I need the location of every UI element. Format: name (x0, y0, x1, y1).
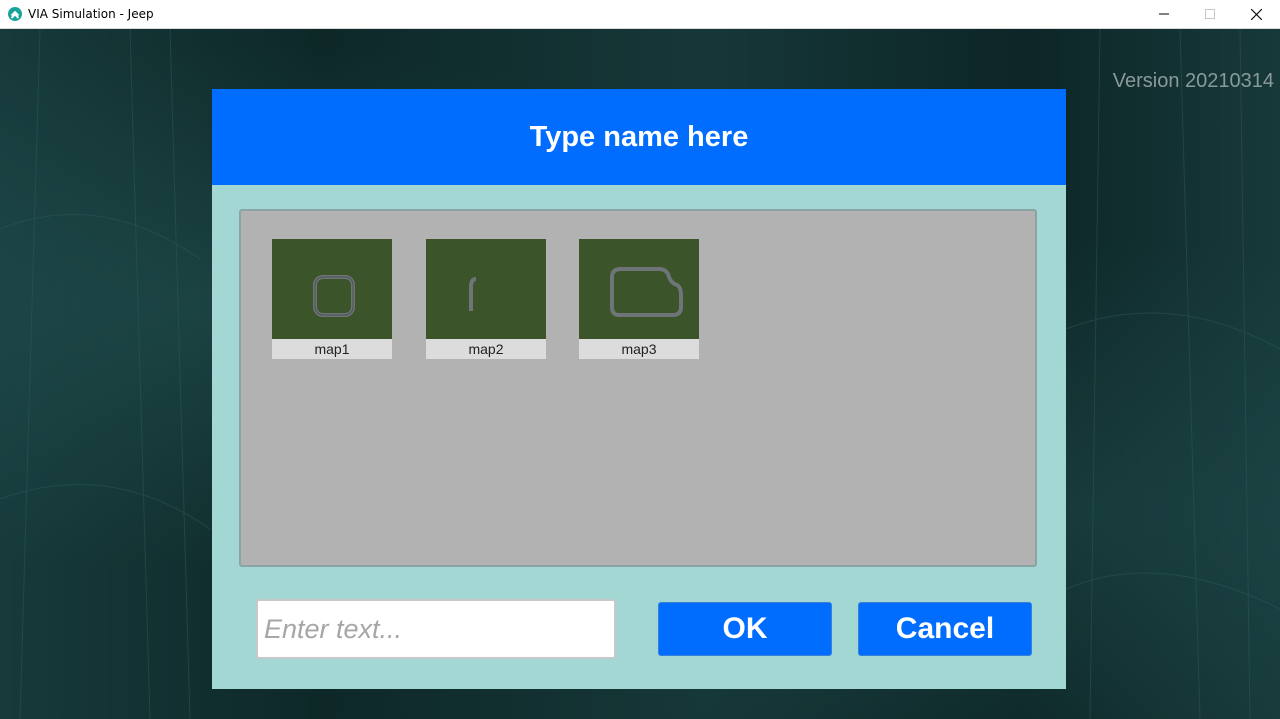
map-thumbnail (426, 239, 546, 339)
map-label: map1 (272, 339, 392, 359)
dialog-title: Type name here (529, 120, 749, 153)
map-label: map3 (579, 339, 699, 359)
cancel-button[interactable]: Cancel (858, 602, 1032, 656)
map-label: map2 (426, 339, 546, 359)
name-input[interactable] (256, 599, 616, 659)
app-logo-icon (8, 7, 22, 21)
map-item-map3[interactable]: map3 (579, 239, 699, 359)
map-item-map1[interactable]: map1 (272, 239, 392, 359)
folder-shaped-track-icon (610, 267, 683, 317)
name-dialog: Type name here map1 map2 map3 Enter text… (212, 89, 1066, 689)
close-button[interactable] (1233, 0, 1279, 28)
minimize-button[interactable] (1141, 0, 1187, 28)
minimize-icon (1159, 13, 1169, 15)
map-list-panel: map1 map2 map3 (239, 209, 1037, 567)
close-icon (1250, 8, 1262, 20)
maximize-icon (1205, 9, 1215, 19)
maximize-button[interactable] (1187, 0, 1233, 28)
rounded-square-track-icon (313, 275, 355, 317)
short-curve-track-icon (469, 277, 477, 311)
ok-button[interactable]: OK (658, 602, 832, 656)
window-title: VIA Simulation - Jeep (28, 7, 154, 21)
dialog-header: Type name here (212, 89, 1066, 185)
map-item-map2[interactable]: map2 (426, 239, 546, 359)
window-titlebar: VIA Simulation - Jeep (0, 0, 1280, 29)
map-thumbnail (272, 239, 392, 339)
version-label: Version 20210314 (1112, 70, 1274, 92)
map-thumbnail (579, 239, 699, 339)
